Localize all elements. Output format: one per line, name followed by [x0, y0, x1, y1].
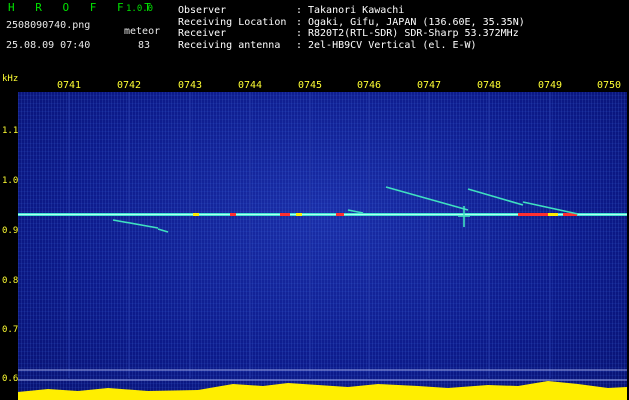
time-tick: 0742 — [116, 80, 142, 91]
info-row-observer: Observer: Takanori Kawachi — [178, 5, 405, 16]
detection-label: meteor — [124, 26, 161, 37]
freq-unit-label: kHz — [2, 74, 19, 84]
meteor-echo — [347, 209, 364, 214]
spectrogram-overlay — [18, 92, 627, 400]
time-tick: 0748 — [476, 80, 502, 91]
station-info: Observer: Takanori Kawachi Receiving Loca… — [178, 5, 525, 51]
file-name: 2508090740.png — [6, 20, 91, 31]
time-tick: 0743 — [177, 80, 203, 91]
freq-tick: 0.6 — [2, 374, 19, 384]
meteor-echo — [112, 219, 159, 229]
freq-tick: 1.0 — [2, 176, 19, 186]
time-tick: 0744 — [237, 80, 263, 91]
info-row-location: Receiving Location: Ogaki, Gifu, JAPAN (1… — [178, 16, 525, 28]
time-tick: 0745 — [297, 80, 323, 91]
app-version: 1.0.0 — [126, 4, 154, 14]
freq-tick: 0.8 — [2, 276, 19, 286]
detection-count: 83 — [138, 40, 151, 51]
meteor-echo — [385, 186, 469, 211]
freq-tick: 1.1 — [2, 126, 19, 136]
signal-level-band — [18, 381, 627, 400]
freq-tick: 0.9 — [2, 226, 19, 236]
file-datetime: 25.08.09 07:40 — [6, 40, 91, 51]
time-tick: 0746 — [356, 80, 382, 91]
time-tick: 0750 — [596, 80, 622, 91]
info-row-antenna: Receiving antenna:2el-HB9CV Vertical (el… — [178, 39, 477, 51]
time-tick: 0749 — [537, 80, 563, 91]
spectrogram — [18, 92, 627, 400]
time-tick: 0741 — [56, 80, 82, 91]
meteor-echo — [157, 228, 169, 233]
freq-tick: 0.7 — [2, 325, 19, 335]
time-tick: 0747 — [416, 80, 442, 91]
info-row-receiver: Receiver: R820T2(RTL-SDR) SDR-Sharp 53.37… — [178, 28, 519, 39]
meteor-echo — [467, 188, 524, 206]
